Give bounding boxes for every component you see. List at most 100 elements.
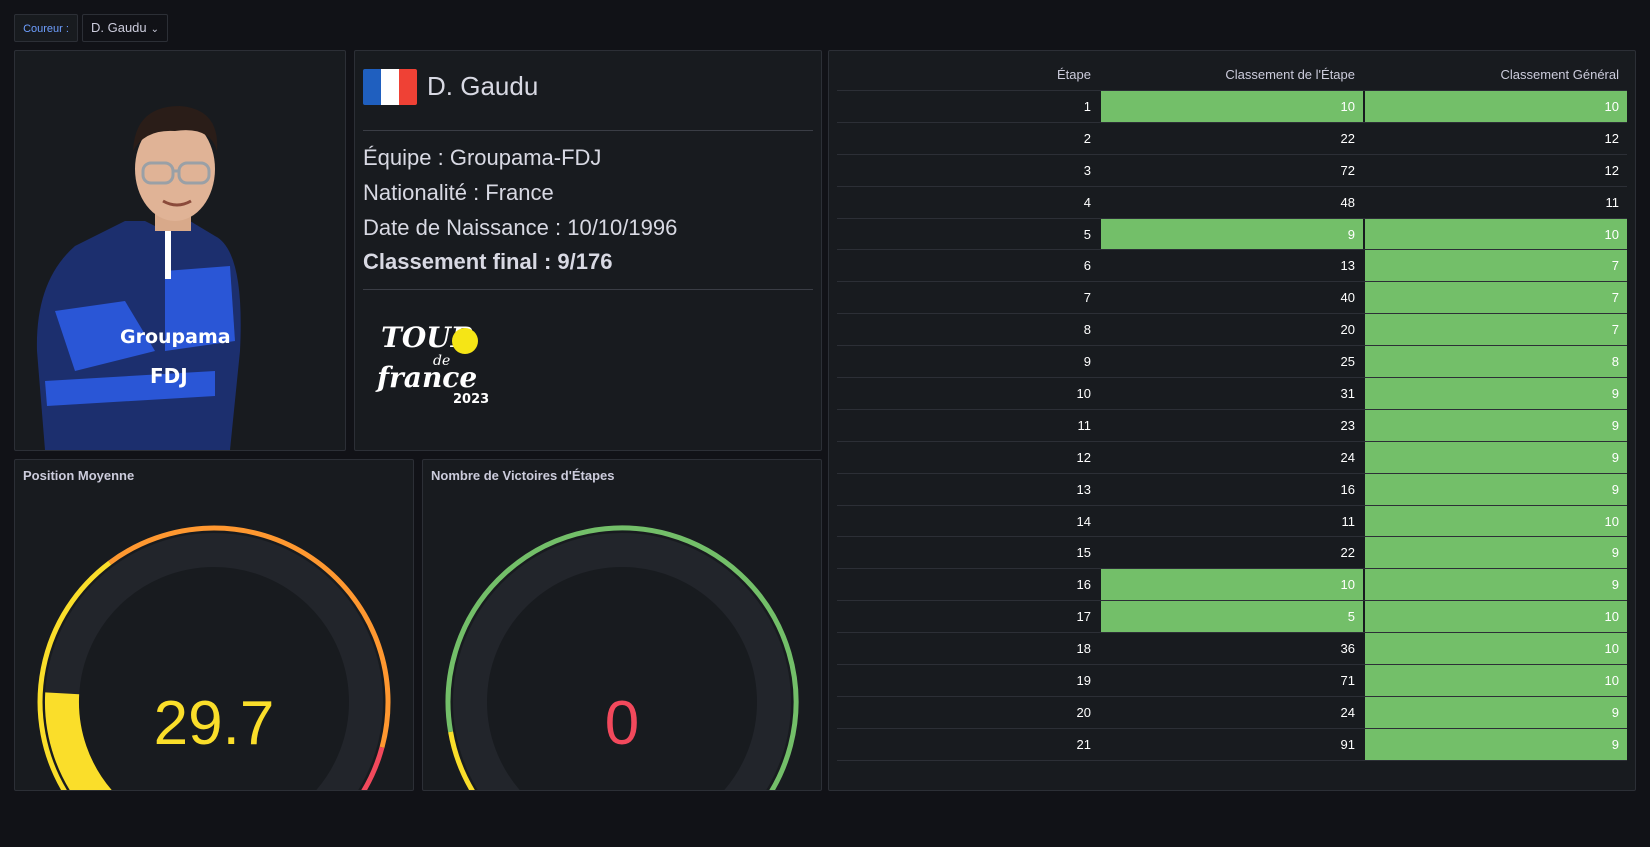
column-header-etape[interactable]: Étape — [837, 59, 1099, 90]
jersey-sponsor-1: Groupama — [120, 326, 231, 348]
cell-stage-rank: 25 — [1340, 354, 1355, 370]
divider — [363, 289, 813, 290]
cell-stage-rank: 9 — [1101, 218, 1363, 250]
cell-etape: 4 — [1083, 194, 1091, 210]
cell-etape: 7 — [1083, 290, 1091, 306]
table-row: 20 24 9 — [837, 696, 1627, 729]
cell-general-rank: 7 — [1365, 282, 1627, 314]
flag-stripe-white — [381, 69, 399, 105]
cell-general-rank: 9 — [1365, 378, 1627, 409]
team-line: Équipe : Groupama-FDJ — [363, 145, 602, 170]
cell-general-rank: 10 — [1365, 505, 1627, 537]
tour-de-france-logo: TOUR de france 2023 — [375, 321, 489, 407]
cell-stage-rank: 10 — [1101, 91, 1363, 122]
cell-etape: 13 — [1076, 481, 1091, 497]
table-header-row: Étape Classement de l'Étape Classement G… — [837, 59, 1627, 91]
nationality-line: Nationalité : France — [363, 180, 554, 205]
cell-general-rank: 10 — [1365, 665, 1627, 696]
table-row: 2 22 12 — [837, 123, 1627, 155]
cell-etape: 11 — [1077, 417, 1092, 433]
cell-stage-rank: 5 — [1101, 601, 1363, 633]
rider-info-panel: D. Gaudu Équipe : Groupama-FDJ Nationali… — [354, 50, 822, 451]
cell-general-rank: 9 — [1365, 569, 1627, 601]
cell-general-rank: 12 — [1604, 162, 1619, 178]
table-row: 4 48 11 — [837, 187, 1627, 219]
table-row: 21 91 9 — [837, 728, 1627, 761]
table-row: 15 22 9 — [837, 537, 1627, 570]
table-row: 18 36 10 — [837, 633, 1627, 666]
cell-general-rank: 9 — [1365, 537, 1627, 569]
table-row: 14 11 10 — [837, 505, 1627, 538]
cell-general-rank: 12 — [1604, 130, 1619, 146]
column-header-stage-rank[interactable]: Classement de l'Étape — [1101, 59, 1363, 90]
cell-stage-rank: 31 — [1340, 386, 1355, 402]
cell-etape: 5 — [1083, 226, 1091, 242]
table-row: 17 5 10 — [837, 601, 1627, 634]
table-row: 9 25 8 — [837, 346, 1627, 379]
cell-stage-rank: 24 — [1340, 449, 1355, 465]
cell-stage-rank: 11 — [1341, 513, 1356, 529]
cell-general-rank: 10 — [1365, 218, 1627, 250]
rider-photo-panel: Groupama FDJ — [14, 50, 346, 451]
cell-etape: 15 — [1076, 545, 1091, 561]
cell-etape: 2 — [1083, 130, 1091, 146]
cell-etape: 14 — [1076, 513, 1091, 529]
cell-stage-rank: 91 — [1340, 736, 1355, 752]
birthdate-line: Date de Naissance : 10/10/1996 — [363, 215, 678, 240]
table-row: 5 9 10 — [837, 218, 1627, 251]
cell-etape: 19 — [1076, 673, 1091, 689]
logo-yellow-dot — [452, 328, 478, 354]
cell-general-rank: 9 — [1365, 728, 1627, 760]
gauge-value: 0 — [604, 689, 640, 758]
gauge-value: 29.7 — [153, 689, 275, 758]
rider-photo: Groupama FDJ — [36, 106, 241, 450]
cell-stage-rank: 24 — [1340, 704, 1355, 720]
gauge-panel-stage-wins: Nombre de Victoires d'Étapes 0 — [422, 459, 822, 791]
cell-etape: 16 — [1076, 577, 1091, 593]
table-row: 6 13 7 — [837, 250, 1627, 283]
cell-general-rank: 10 — [1365, 91, 1627, 122]
table-row: 7 40 7 — [837, 282, 1627, 315]
cell-etape: 3 — [1083, 162, 1091, 178]
cell-etape: 20 — [1076, 704, 1091, 720]
cell-etape: 17 — [1076, 609, 1091, 625]
cell-etape: 10 — [1076, 386, 1091, 402]
table-row: 3 72 12 — [837, 155, 1627, 187]
cell-stage-rank: 10 — [1101, 569, 1363, 601]
flag-stripe-blue — [363, 69, 381, 105]
table-body: 1 10 10 2 22 12 3 72 12 4 48 11 5 9 10 6 13 7 7 40 7 8 20 7 9 25 8… — [837, 91, 1627, 761]
rider-select-value: D. Gaudu — [91, 20, 147, 35]
rider-select[interactable]: D. Gaudu ⌄ — [82, 14, 168, 42]
final-rank-line: Classement final : 9/176 — [363, 249, 613, 274]
cell-stage-rank: 40 — [1340, 290, 1355, 306]
cell-etape: 21 — [1076, 736, 1091, 752]
table-row: 13 16 9 — [837, 473, 1627, 506]
cell-etape: 1 — [1083, 99, 1091, 114]
cell-etape: 8 — [1083, 322, 1091, 338]
cell-general-rank: 7 — [1365, 250, 1627, 282]
table-row: 1 10 10 — [837, 91, 1627, 123]
cell-etape: 6 — [1083, 258, 1091, 274]
cell-stage-rank: 48 — [1340, 194, 1355, 210]
gauge-panel-average-position: Position Moyenne 29.7 — [14, 459, 414, 791]
cell-stage-rank: 23 — [1340, 417, 1355, 433]
cell-stage-rank: 36 — [1340, 641, 1355, 657]
logo-year: 2023 — [453, 392, 489, 407]
cell-etape: 18 — [1076, 641, 1091, 657]
cell-etape: 12 — [1076, 449, 1091, 465]
cell-general-rank: 9 — [1365, 409, 1627, 441]
cell-general-rank: 7 — [1365, 314, 1627, 346]
cell-stage-rank: 72 — [1340, 162, 1355, 178]
logo-line-3: france — [375, 361, 477, 394]
flag-stripe-red — [399, 69, 417, 105]
jersey-sponsor-2: FDJ — [150, 364, 188, 388]
table-row: 12 24 9 — [837, 441, 1627, 474]
column-header-general-rank[interactable]: Classement Général — [1365, 59, 1627, 90]
divider — [363, 130, 813, 131]
france-flag-icon — [363, 69, 417, 105]
stage-table: Étape Classement de l'Étape Classement G… — [837, 59, 1627, 761]
rider-name: D. Gaudu — [427, 71, 539, 101]
cell-general-rank: 11 — [1605, 194, 1620, 210]
variable-label: Coureur : — [14, 14, 78, 42]
table-row: 11 23 9 — [837, 409, 1627, 442]
